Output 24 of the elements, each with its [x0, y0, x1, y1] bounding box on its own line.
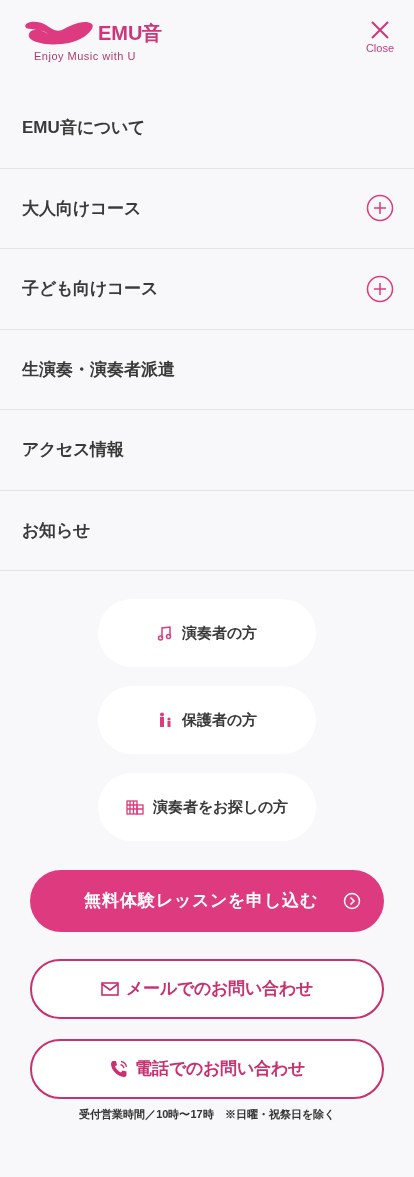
expand-icon[interactable] [366, 274, 394, 303]
business-hours-note: 受付営業時間／10時〜17時 ※日曜・祝祭日を除く [79, 1107, 335, 1122]
logo-tagline: Enjoy Music with U [34, 49, 137, 64]
menu-link[interactable]: アクセス情報 [22, 437, 124, 463]
mail-contact-button[interactable]: メールでのお問い合わせ [30, 959, 384, 1019]
menu-link[interactable]: EMU音について [22, 115, 145, 141]
menu-link[interactable]: お知らせ [22, 517, 90, 543]
mail-icon [101, 982, 119, 996]
music-note-icon [157, 625, 173, 641]
close-icon [369, 20, 390, 40]
phone-icon [109, 1060, 128, 1078]
expand-icon[interactable] [366, 194, 394, 223]
audience-link[interactable]: 演奏者をお探しの方 [98, 773, 316, 841]
menu-link[interactable]: 子ども向けコース [22, 276, 158, 302]
arrow-circle-icon [343, 892, 361, 910]
menu-link[interactable]: 生演奏・演奏者派遣 [22, 356, 175, 382]
building-icon [126, 799, 144, 815]
logo-name: EMU音 [98, 23, 163, 43]
audience-link[interactable]: 保護者の方 [98, 686, 316, 754]
audience-link[interactable]: 演奏者の方 [98, 599, 316, 667]
close-button[interactable]: Close [365, 20, 394, 57]
free-trial-button[interactable]: 無料体験レッスンを申し込む [30, 870, 384, 932]
menu-link[interactable]: 大人向けコース [22, 195, 141, 221]
phone-contact-button[interactable]: 電話でのお問い合わせ [30, 1039, 384, 1099]
